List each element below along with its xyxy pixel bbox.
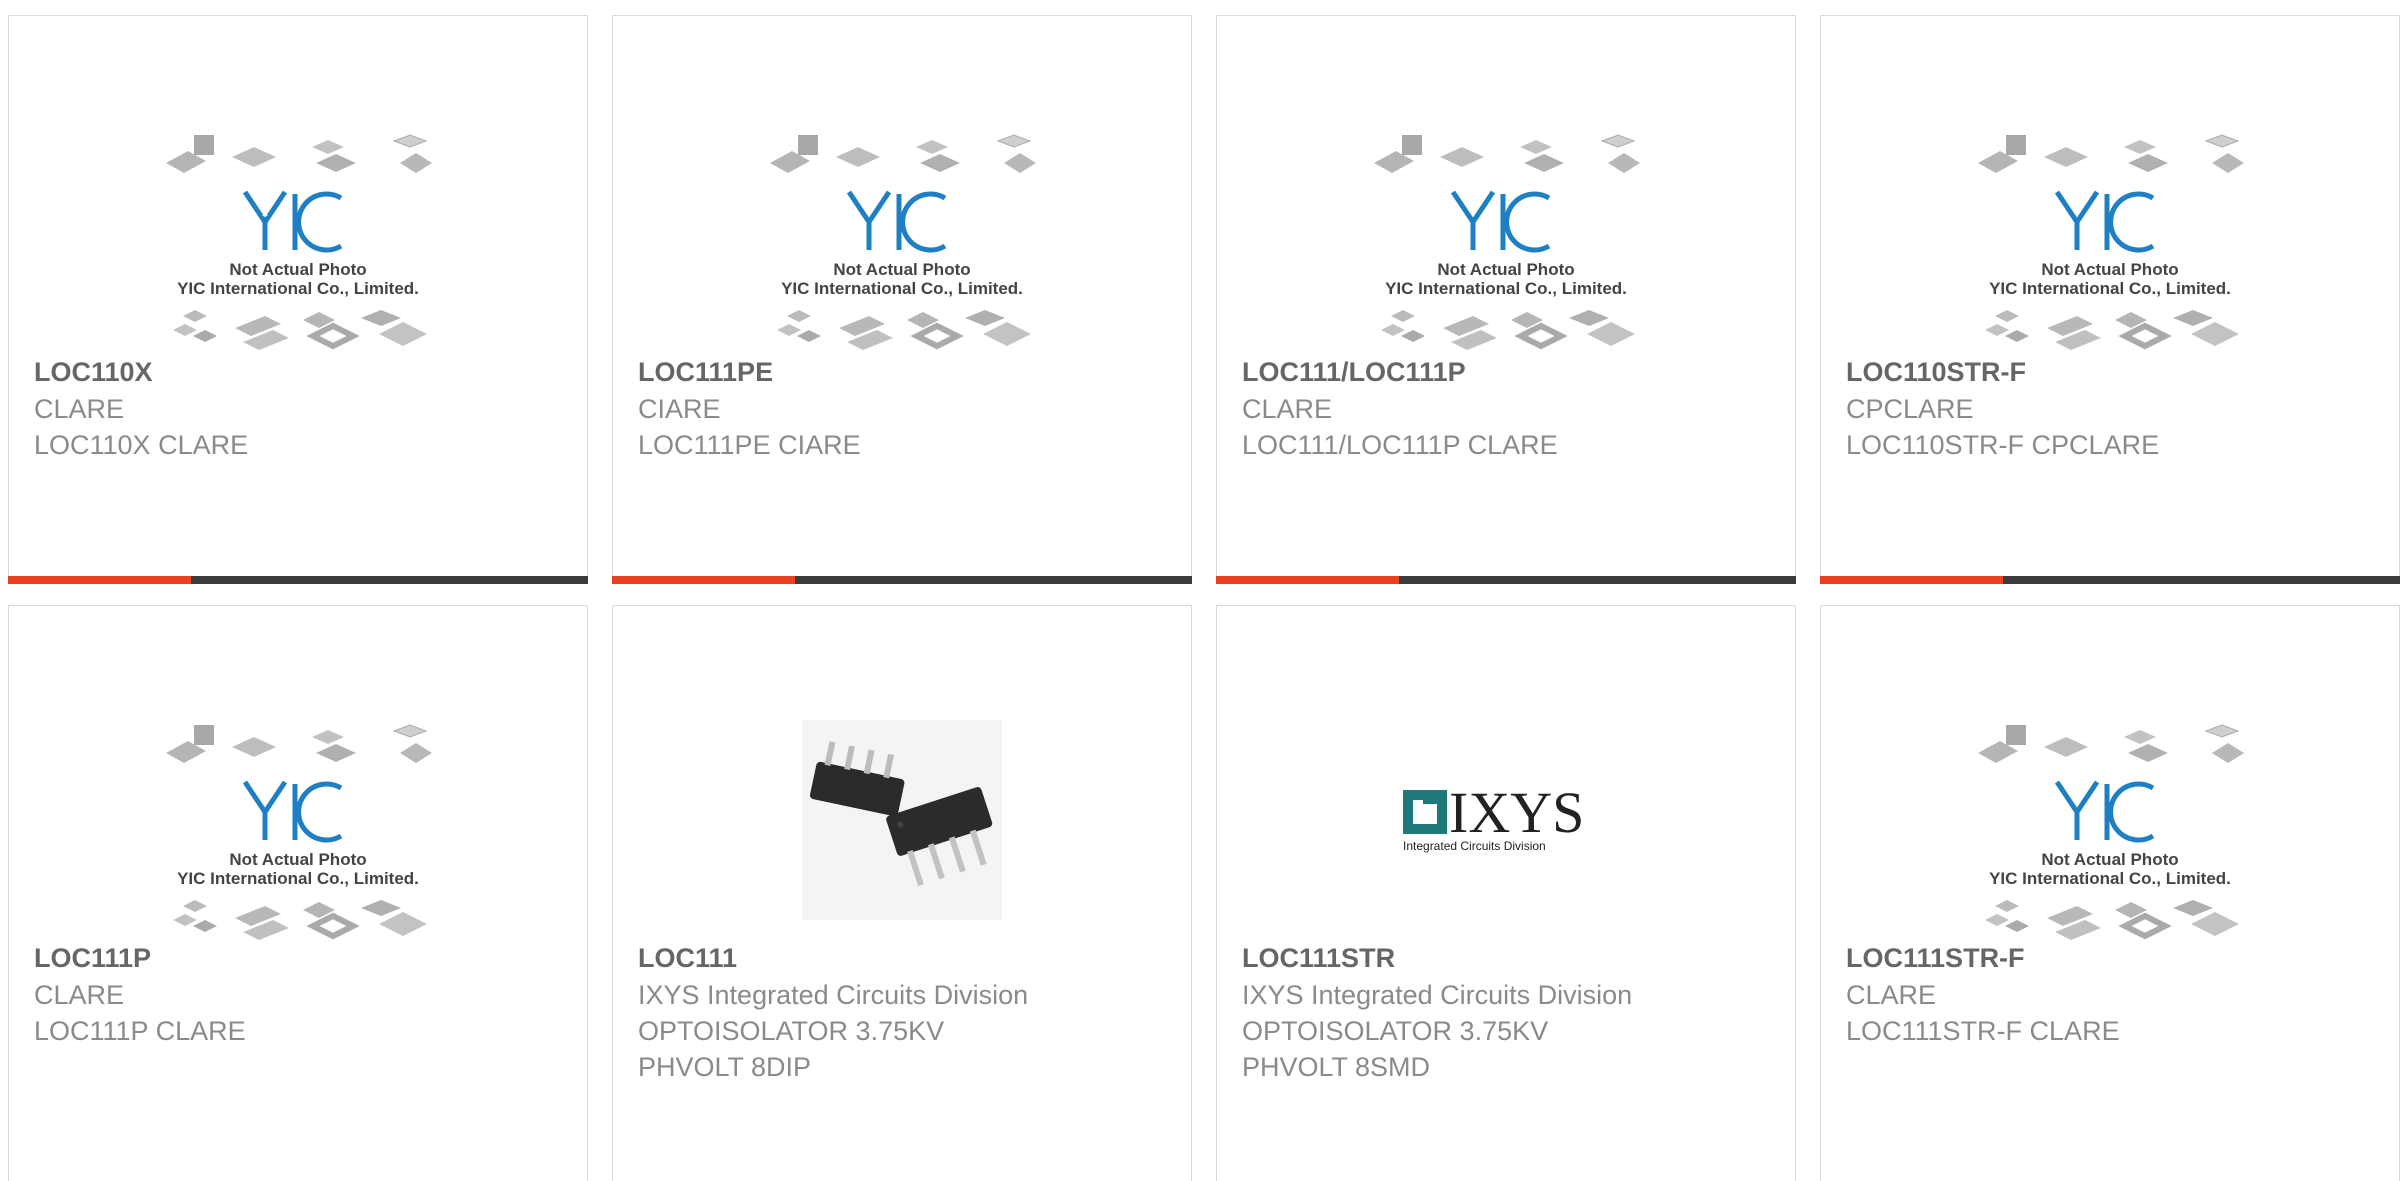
svg-text:Integrated Circuits Division: Integrated Circuits Division [1403,839,1546,853]
product-card[interactable]: Not Actual Photo YIC International Co., … [8,15,588,584]
product-photo-dip-chip [613,689,1191,951]
svg-text:Not Actual Photo: Not Actual Photo [2041,850,2178,869]
svg-text:YIC International Co., Limited: YIC International Co., Limited. [1385,279,1627,298]
description: LOC111PE CIARE [638,430,861,460]
svg-text:Not Actual Photo: Not Actual Photo [2041,260,2178,279]
manufacturer: CLARE [34,394,125,424]
product-card[interactable]: Not Actual Photo YIC International Co., … [612,15,1192,584]
svg-text:Not Actual Photo: Not Actual Photo [229,260,366,279]
svg-text:YIC International Co., Limited: YIC International Co., Limited. [1989,869,2231,888]
product-card[interactable]: Not Actual Photo YIC International Co., … [1820,605,2400,1181]
manufacturer: CLARE [34,980,125,1010]
description: OPTOISOLATOR 3.75KV [638,1016,945,1046]
product-card[interactable]: IXYS Integrated Circuits Division LOC111… [1216,605,1796,1181]
manufacturer: IXYS Integrated Circuits Division [1242,980,1633,1010]
product-image-placeholder: Not Actual Photo YIC International Co., … [1821,689,2399,951]
description: LOC110STR-F CPCLARE [1846,430,2160,460]
svg-text:YIC International Co., Limited: YIC International Co., Limited. [1989,279,2231,298]
svg-text:IXYS: IXYS [1449,780,1584,845]
description: LOC110X CLARE [34,430,249,460]
product-image-placeholder: Not Actual Photo YIC International Co., … [9,99,587,361]
product-image-placeholder: Not Actual Photo YIC International Co., … [9,689,587,951]
svg-text:Not Actual Photo: Not Actual Photo [229,850,366,869]
manufacturer: CLARE [1242,394,1333,424]
manufacturer: IXYS Integrated Circuits Division [638,980,1029,1010]
svg-text:YIC International Co., Limited: YIC International Co., Limited. [177,279,419,298]
description: LOC111P CLARE [34,1016,246,1046]
part-number-link[interactable]: LOC111STR [1242,940,1775,977]
manufacturer: CLARE [1846,980,1937,1010]
ixys-logo: IXYS Integrated Circuits Division [1217,689,1795,951]
svg-text:YIC International Co., Limited: YIC International Co., Limited. [177,869,419,888]
product-image-placeholder: Not Actual Photo YIC International Co., … [613,99,1191,361]
product-card[interactable]: LOC111 IXYS Integrated Circuits Division… [612,605,1192,1181]
svg-text:YIC International Co., Limited: YIC International Co., Limited. [781,279,1023,298]
part-number-link[interactable]: LOC111PE [638,354,1171,391]
description: LOC111/LOC111P CLARE [1242,430,1558,460]
description: OPTOISOLATOR 3.75KV [1242,1016,1549,1046]
description-line-2: PHVOLT 8SMD [1242,1052,1431,1082]
product-image-placeholder: Not Actual Photo YIC International Co., … [1217,99,1795,361]
part-number-link[interactable]: LOC111P [34,940,567,977]
part-number-link[interactable]: LOC111/LOC111P [1242,354,1775,391]
card-bottom-bar [8,576,588,584]
card-bottom-bar [612,576,1192,584]
description: LOC111STR-F CLARE [1846,1016,2120,1046]
product-card[interactable]: Not Actual Photo YIC International Co., … [1820,15,2400,584]
part-number-link[interactable]: LOC110STR-F [1846,354,2379,391]
card-bottom-bar [1216,576,1796,584]
part-number-link[interactable]: LOC111 [638,940,1171,977]
svg-text:Not Actual Photo: Not Actual Photo [833,260,970,279]
product-card[interactable]: Not Actual Photo YIC International Co., … [1216,15,1796,584]
product-card[interactable]: Not Actual Photo YIC International Co., … [8,605,588,1181]
product-image-placeholder: Not Actual Photo YIC International Co., … [1821,99,2399,361]
part-number-link[interactable]: LOC110X [34,354,567,391]
svg-text:Not Actual Photo: Not Actual Photo [1437,260,1574,279]
manufacturer: CPCLARE [1846,394,1974,424]
description-line-2: PHVOLT 8DIP [638,1052,812,1082]
part-number-link[interactable]: LOC111STR-F [1846,940,2379,977]
card-bottom-bar [1820,576,2400,584]
manufacturer: CIARE [638,394,721,424]
